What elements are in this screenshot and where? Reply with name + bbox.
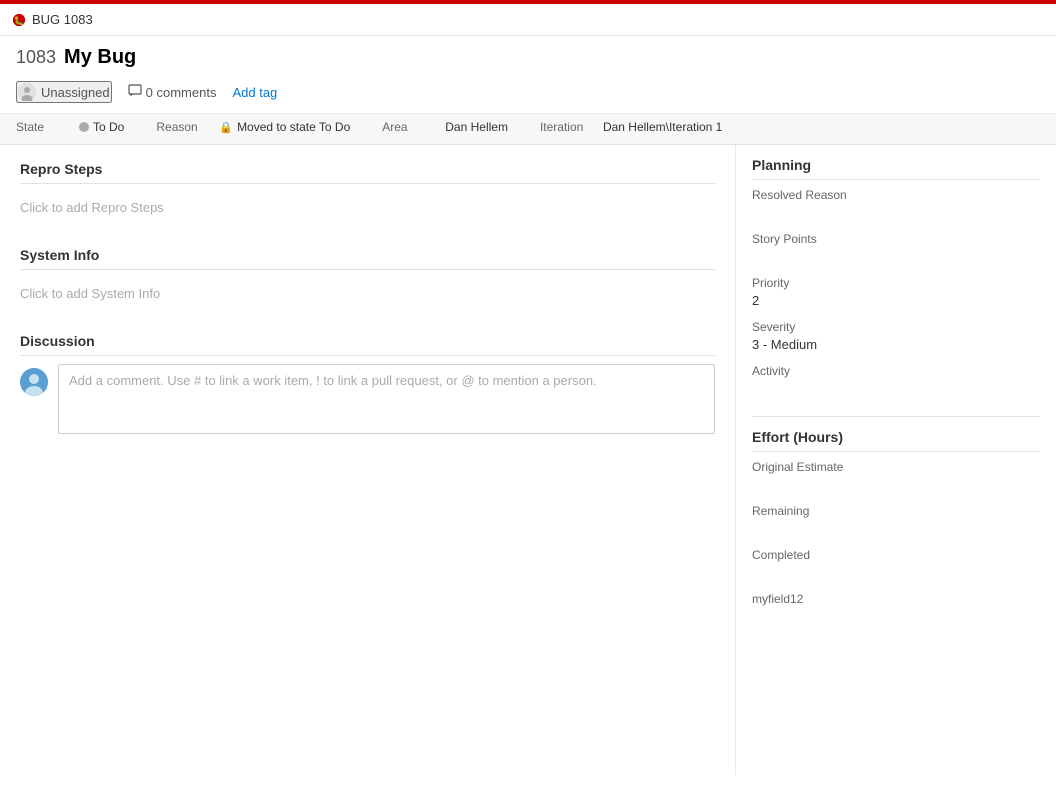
add-tag-button[interactable]: Add tag bbox=[232, 85, 277, 100]
fields-section: State To Do Reason 🔒 Moved to state To D… bbox=[0, 114, 1056, 145]
resolved-reason-label: Resolved Reason bbox=[752, 188, 1040, 202]
repro-steps-title: Repro Steps bbox=[20, 161, 715, 184]
iteration-value[interactable]: Dan Hellem\Iteration 1 bbox=[603, 120, 722, 134]
original-estimate-field: Original Estimate bbox=[752, 460, 1040, 492]
comment-input[interactable]: Add a comment. Use # to link a work item… bbox=[58, 364, 715, 434]
iteration-field-group: Iteration Dan Hellem\Iteration 1 bbox=[540, 120, 722, 134]
severity-label: Severity bbox=[752, 320, 1040, 334]
iteration-label: Iteration bbox=[540, 120, 595, 134]
comments-count: 0 comments bbox=[146, 85, 217, 100]
priority-field: Priority 2 bbox=[752, 276, 1040, 308]
comments-button[interactable]: 0 comments bbox=[128, 84, 217, 101]
reason-value[interactable]: 🔒 Moved to state To Do bbox=[219, 120, 350, 134]
myfield12-value[interactable] bbox=[752, 609, 1040, 624]
activity-field: Activity bbox=[752, 364, 1040, 396]
state-dot bbox=[79, 122, 89, 132]
unassigned-avatar bbox=[18, 83, 36, 101]
effort-title: Effort (Hours) bbox=[752, 429, 1040, 452]
state-value[interactable]: To Do bbox=[79, 120, 124, 134]
meta-row: Unassigned 0 comments Add tag bbox=[16, 77, 1040, 107]
work-item-title-row: 1083 My Bug bbox=[16, 46, 1040, 69]
severity-field: Severity 3 - Medium bbox=[752, 320, 1040, 352]
state-field-group: State To Do bbox=[16, 120, 124, 134]
story-points-value[interactable] bbox=[752, 249, 1040, 264]
priority-value[interactable]: 2 bbox=[752, 293, 1040, 308]
completed-value[interactable] bbox=[752, 565, 1040, 580]
discussion-title: Discussion bbox=[20, 333, 715, 356]
assigned-user-button[interactable]: Unassigned bbox=[16, 81, 112, 103]
work-item-name[interactable]: My Bug bbox=[64, 46, 136, 69]
completed-label: Completed bbox=[752, 548, 1040, 562]
resolved-reason-value[interactable] bbox=[752, 205, 1040, 220]
reason-label: Reason bbox=[156, 120, 211, 134]
comment-input-area: Add a comment. Use # to link a work item… bbox=[20, 364, 715, 434]
repro-steps-section: Repro Steps Click to add Repro Steps bbox=[20, 161, 715, 223]
planning-title: Planning bbox=[752, 157, 1040, 180]
planning-section: Planning Resolved Reason Story Points Pr… bbox=[752, 157, 1040, 396]
myfield12-field: myfield12 bbox=[752, 592, 1040, 624]
section-divider bbox=[752, 416, 1040, 417]
effort-section: Effort (Hours) Original Estimate Remaini… bbox=[752, 429, 1040, 624]
area-field-group: Area Dan Hellem bbox=[382, 120, 508, 134]
severity-value[interactable]: 3 - Medium bbox=[752, 337, 1040, 352]
system-info-title: System Info bbox=[20, 247, 715, 270]
story-points-label: Story Points bbox=[752, 232, 1040, 246]
myfield12-label: myfield12 bbox=[752, 592, 1040, 606]
area-label: Area bbox=[382, 120, 437, 134]
comment-icon bbox=[128, 84, 142, 101]
bug-icon: 🐛 bbox=[12, 13, 26, 27]
comment-user-avatar bbox=[20, 368, 48, 396]
left-panel: Repro Steps Click to add Repro Steps Sys… bbox=[0, 145, 736, 775]
remaining-value[interactable] bbox=[752, 521, 1040, 536]
completed-field: Completed bbox=[752, 548, 1040, 580]
system-info-section: System Info Click to add System Info bbox=[20, 247, 715, 309]
title-bar: 🐛 BUG 1083 bbox=[0, 4, 1056, 36]
original-estimate-value[interactable] bbox=[752, 477, 1040, 492]
resolved-reason-field: Resolved Reason bbox=[752, 188, 1040, 220]
main-content: Repro Steps Click to add Repro Steps Sys… bbox=[0, 145, 1056, 775]
system-info-input[interactable]: Click to add System Info bbox=[20, 278, 715, 309]
original-estimate-label: Original Estimate bbox=[752, 460, 1040, 474]
assigned-user-label: Unassigned bbox=[41, 85, 110, 100]
remaining-field: Remaining bbox=[752, 504, 1040, 536]
activity-value[interactable] bbox=[752, 381, 1040, 396]
activity-label: Activity bbox=[752, 364, 1040, 378]
area-value[interactable]: Dan Hellem bbox=[445, 120, 508, 134]
remaining-label: Remaining bbox=[752, 504, 1040, 518]
lock-icon: 🔒 bbox=[219, 121, 233, 134]
discussion-section: Discussion Add a comment. Use # to link … bbox=[20, 333, 715, 434]
title-bar-text: BUG 1083 bbox=[32, 12, 93, 27]
svg-text:🐛: 🐛 bbox=[14, 15, 25, 25]
priority-label: Priority bbox=[752, 276, 1040, 290]
right-panel: Planning Resolved Reason Story Points Pr… bbox=[736, 145, 1056, 775]
work-item-header: 1083 My Bug Unassigned 0 comments A bbox=[0, 36, 1056, 114]
story-points-field: Story Points bbox=[752, 232, 1040, 264]
state-label: State bbox=[16, 120, 71, 134]
work-item-id: 1083 bbox=[16, 47, 56, 68]
repro-steps-input[interactable]: Click to add Repro Steps bbox=[20, 192, 715, 223]
reason-field-group: Reason 🔒 Moved to state To Do bbox=[156, 120, 350, 134]
